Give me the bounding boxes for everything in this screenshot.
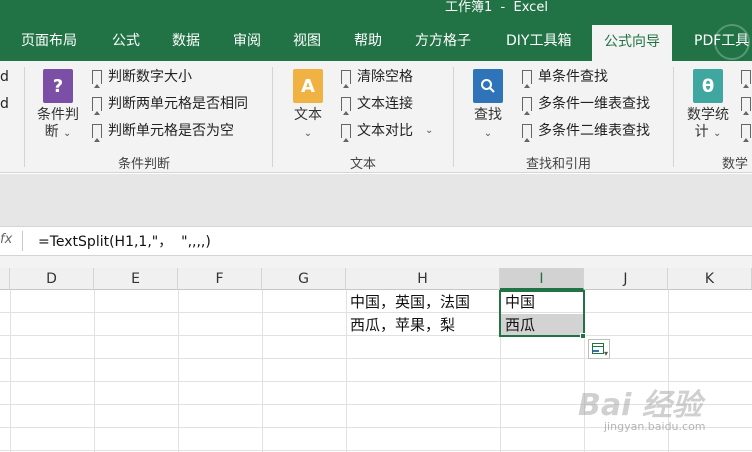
bookmark-icon — [341, 70, 351, 88]
ribbon-tab-bar: 页面布局 公式 数据 审阅 视图 帮助 方方格子 DIY工具箱 公式向导 PDF… — [0, 22, 752, 61]
judge-number-size-button[interactable]: 判断数字大小 — [92, 66, 192, 88]
lookup-button[interactable]: 查找 ⌄ — [463, 69, 513, 142]
column-header-g[interactable]: G — [262, 268, 346, 290]
column-header-h[interactable]: H — [346, 268, 500, 290]
grid-line — [10, 290, 11, 452]
chevron-down-icon: ⌄ — [63, 128, 72, 139]
column-header-f[interactable]: F — [178, 268, 262, 290]
bookmark-icon — [741, 97, 751, 115]
condition-judge-label: 条件判 — [37, 107, 79, 123]
cell-h1[interactable]: 中国，英国，法国 — [350, 291, 470, 313]
group-separator — [673, 67, 674, 167]
bookmark-icon — [522, 97, 532, 115]
ribbon-gap — [0, 174, 752, 226]
column-header-j[interactable]: J — [584, 268, 668, 290]
bookmark-icon — [522, 124, 532, 142]
selection-range — [499, 290, 585, 337]
grid-line — [94, 290, 95, 452]
tab-formula-wizard[interactable]: 公式向导 — [592, 25, 672, 61]
tab-data[interactable]: 数据 — [172, 22, 200, 61]
ribbon-edge-item[interactable]: d — [0, 69, 9, 85]
chevron-down-icon: ⌄ — [425, 125, 434, 136]
tab-review[interactable]: 审阅 — [233, 22, 261, 61]
grid-line — [178, 290, 179, 452]
theta-icon: θ — [693, 69, 723, 103]
text-button[interactable]: A 文本 ⌄ — [283, 69, 333, 142]
tab-diy-toolbox[interactable]: DIY工具箱 — [506, 22, 571, 61]
math-stats-button[interactable]: θ 数学统 计 ⌄ — [683, 69, 733, 142]
tab-formulas[interactable]: 公式 — [112, 22, 140, 61]
chevron-down-icon: ⌄ — [483, 128, 493, 139]
clear-spaces-button[interactable]: 清除空格 — [341, 66, 413, 88]
text-group-label: 文本 — [350, 157, 377, 172]
fill-handle[interactable] — [580, 333, 586, 339]
tab-help[interactable]: 帮助 — [354, 22, 382, 61]
question-book-icon: ? — [43, 69, 73, 103]
row-header-corner[interactable] — [0, 268, 10, 290]
formula-bar: fx =TextSplit(H1,1,"， ",,,,) — [0, 226, 752, 256]
bookmark-icon — [92, 124, 102, 142]
condition-judge-label-2: 断 ⌄ — [44, 124, 72, 140]
bookmark-icon — [741, 124, 751, 142]
search-icon — [481, 79, 495, 93]
column-header-d[interactable]: D — [10, 268, 94, 290]
multi-condition-1d-lookup-button[interactable]: 多条件一维表查找 — [522, 93, 650, 115]
math-group-label: 数学 — [722, 157, 749, 172]
text-concat-button[interactable]: 文本连接 — [341, 93, 413, 115]
lookup-button-label: 查找 — [474, 107, 502, 123]
bookmark-icon — [341, 97, 351, 115]
formula-bar-separator — [22, 231, 23, 251]
column-header-i[interactable]: I — [500, 268, 584, 290]
grid-line — [346, 290, 347, 452]
grid-line — [262, 290, 263, 452]
chevron-down-icon: ⌄ — [303, 128, 313, 139]
fx-icon[interactable]: fx — [0, 232, 12, 247]
condition-judge-button[interactable]: ? 条件判 断 ⌄ — [33, 69, 83, 142]
chevron-down-icon: ⌄ — [713, 128, 722, 139]
magnifier-book-icon — [473, 69, 503, 103]
flash-fill-options-button[interactable]: ▾ — [588, 339, 610, 359]
bookmark-icon — [341, 124, 351, 142]
math-stats-label: 数学统 — [687, 107, 729, 123]
flash-fill-icon — [592, 343, 604, 354]
text-compare-button[interactable]: 文本对比 ⌄ — [341, 120, 433, 142]
tab-page-layout[interactable]: 页面布局 — [21, 22, 77, 61]
baidu-watermark: Bai 经验 — [578, 388, 702, 423]
ribbon-edge-item[interactable]: d — [0, 96, 9, 112]
baidu-watermark-url: jingyan.baidu.com — [604, 420, 706, 433]
group-separator — [272, 67, 273, 167]
tab-view[interactable]: 视图 — [293, 22, 321, 61]
tab-fangfang-gezi[interactable]: 方方格子 — [415, 22, 471, 61]
bookmark-icon — [741, 70, 751, 88]
single-condition-lookup-button[interactable]: 单条件查找 — [522, 66, 608, 88]
bookmark-icon — [92, 70, 102, 88]
condition-group-label: 条件判断 — [118, 157, 171, 172]
text-a-icon: A — [293, 69, 323, 103]
column-header-k[interactable]: K — [668, 268, 752, 290]
watermark-circle-icon — [714, 24, 750, 60]
column-header-e[interactable]: E — [94, 268, 178, 290]
lookup-group-label: 查找和引用 — [526, 157, 592, 172]
ribbon: d d ? 条件判 断 ⌄ 判断数字大小 判断两单元格是否相同 判断单元格是否为… — [0, 61, 752, 173]
formula-bar-gap — [0, 256, 752, 268]
formula-input[interactable]: =TextSplit(H1,1,"， ",,,,) — [38, 231, 211, 251]
multi-condition-2d-lookup-button[interactable]: 多条件二维表查找 — [522, 120, 650, 142]
judge-cell-empty-button[interactable]: 判断单元格是否为空 — [92, 120, 234, 142]
text-button-label: 文本 — [294, 107, 322, 123]
judge-cells-equal-button[interactable]: 判断两单元格是否相同 — [92, 93, 248, 115]
chevron-down-icon: ▾ — [604, 349, 609, 358]
bookmark-icon — [92, 97, 102, 115]
title-bar: 工作簿1 - Excel — [0, 0, 752, 22]
bookmark-icon — [522, 70, 532, 88]
cell-h2[interactable]: 西瓜，苹果，梨 — [350, 314, 455, 336]
window-title: 工作簿1 - Excel — [445, 0, 548, 15]
group-separator — [453, 67, 454, 167]
group-separator — [24, 67, 25, 167]
